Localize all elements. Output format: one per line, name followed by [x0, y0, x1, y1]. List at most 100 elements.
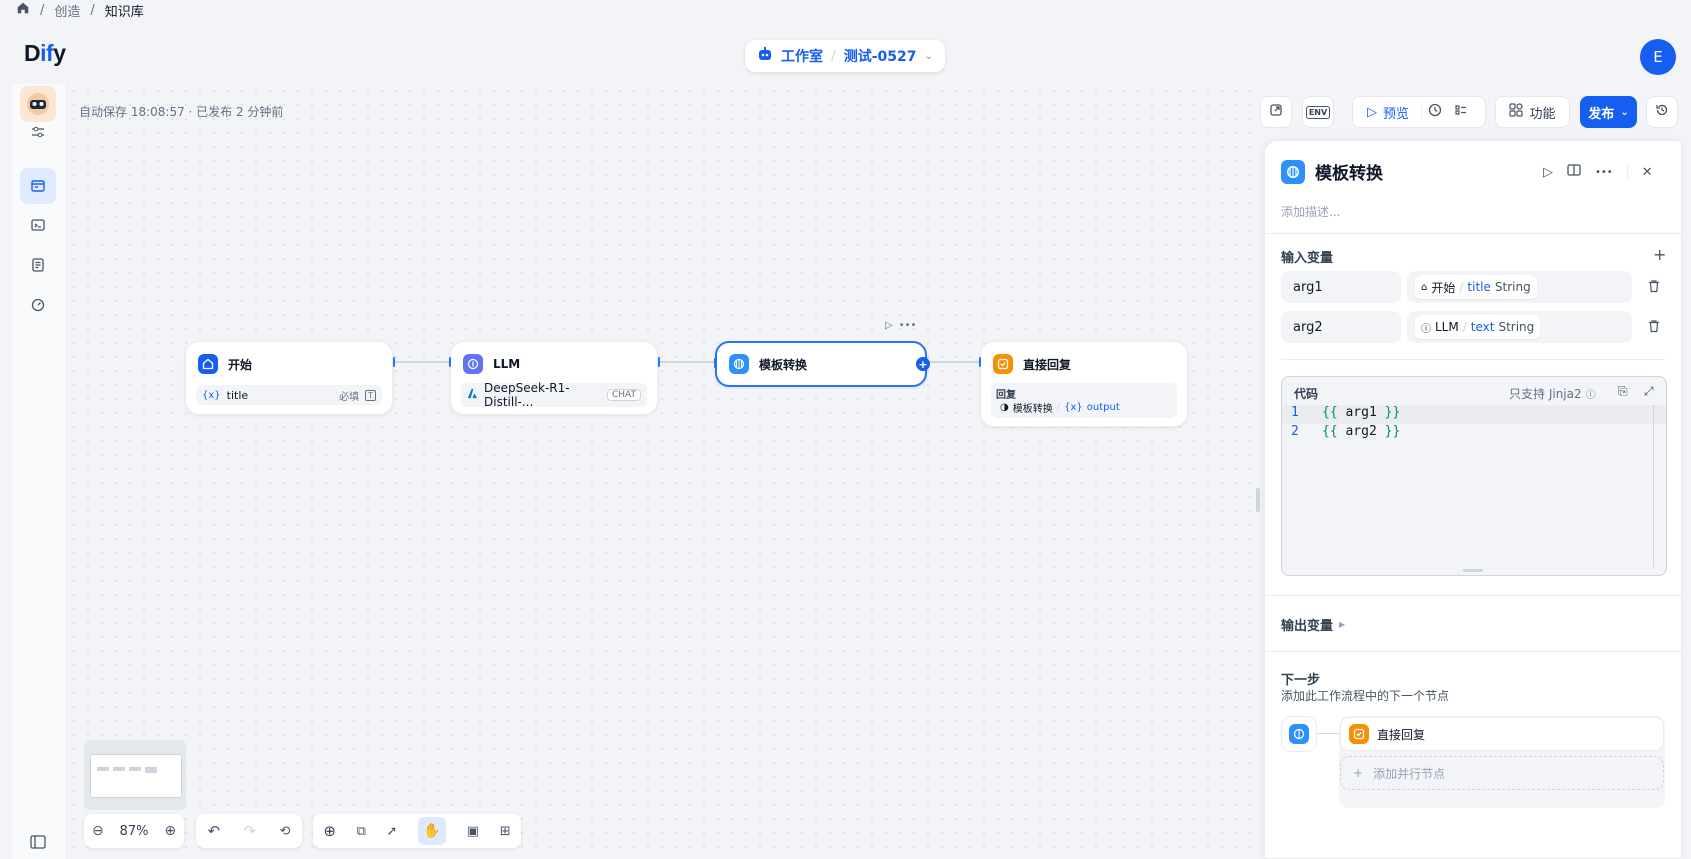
features-button[interactable]: 功能 — [1495, 96, 1570, 128]
start-var-row: {x} title 必填 T — [196, 385, 382, 405]
llm-icon: ⓘ — [1421, 323, 1431, 335]
close-icon[interactable]: ✕ — [1642, 165, 1653, 180]
next-node-answer[interactable]: 直接回复 — [1340, 717, 1664, 751]
edge-llm-template — [660, 361, 715, 363]
clock-check-icon[interactable] — [1428, 103, 1442, 121]
add-node-icon[interactable]: ⊕ — [323, 822, 336, 840]
exit-icon — [1269, 103, 1283, 121]
autosave-status: 自动保存 18:08:57 · 已发布 2 分钟前 — [79, 105, 284, 119]
monitor-icon[interactable] — [20, 287, 56, 323]
dify-logo[interactable]: Dify — [24, 40, 66, 67]
chevron-down-icon: ⌄ — [924, 50, 933, 62]
add-parallel-node-button[interactable]: + 添加并行节点 — [1340, 756, 1664, 790]
zoom-level[interactable]: 87% — [120, 824, 149, 839]
zoom-in-icon[interactable]: ⊕ — [164, 823, 176, 839]
node-handle[interactable] — [658, 357, 660, 367]
checklist-button[interactable] — [1260, 96, 1292, 128]
editor-scrollbar[interactable] — [1653, 405, 1654, 567]
app-switcher[interactable]: 工作室 / 测试-0527 ⌄ — [745, 40, 945, 72]
minimap-node — [97, 767, 109, 771]
hand-icon[interactable]: ✋ — [418, 817, 447, 845]
workspace-label[interactable]: 工作室 — [781, 46, 823, 66]
play-icon: ▷ — [1367, 104, 1377, 120]
redo-icon[interactable]: ↷ — [244, 822, 257, 840]
node-header: 直接回复 — [993, 354, 1071, 374]
logs-icon[interactable] — [20, 247, 56, 283]
trash-icon[interactable] — [1647, 319, 1663, 335]
var-chip: ⓘ LLM / text String — [1415, 315, 1541, 339]
node-header: LLM — [463, 354, 520, 374]
publish-button[interactable]: 发布 ⌄ — [1580, 96, 1637, 128]
panel-title[interactable]: 模板转换 — [1315, 159, 1383, 184]
var-selector[interactable]: ⌂ 开始 / title String — [1407, 271, 1632, 303]
export-image-icon[interactable]: ▣ — [467, 824, 479, 839]
home-icon — [198, 354, 218, 374]
checklist-icon[interactable] — [1454, 103, 1468, 121]
panel-resize-handle[interactable] — [1256, 488, 1260, 512]
organize-icon[interactable]: ⊞ — [500, 824, 511, 839]
editor-resize-handle[interactable] — [1463, 569, 1483, 572]
pointer-icon[interactable]: ➚ — [387, 824, 398, 839]
code-text: {{ arg1 }} — [1322, 405, 1401, 420]
preview-button[interactable]: 预览 — [1383, 103, 1409, 122]
template-icon — [1289, 724, 1309, 744]
minimap-node — [129, 767, 141, 771]
output-vars-toggle[interactable]: 输出变量 ▶ — [1281, 615, 1345, 634]
var-name-input[interactable]: arg2 — [1281, 311, 1401, 343]
description-input[interactable]: 添加描述... — [1281, 203, 1340, 220]
code-line-2[interactable]: 2 {{ arg2 }} — [1282, 424, 1666, 443]
variable-icon: {x} — [1064, 402, 1083, 413]
env-button[interactable]: ENV — [1302, 96, 1334, 128]
run-icon[interactable]: ▷ — [1543, 165, 1553, 180]
terminal-icon[interactable] — [20, 207, 56, 243]
node-handle[interactable] — [393, 357, 395, 367]
llm-model-row: DeepSeek-R1-Distill-... CHAT — [461, 381, 647, 409]
app-name[interactable]: 测试-0527 — [844, 46, 917, 66]
breadcrumb-create[interactable]: 创造 — [54, 1, 80, 20]
var-selector[interactable]: ⓘ LLM / text String — [1407, 311, 1632, 343]
history-icon[interactable]: ⟲ — [279, 824, 290, 839]
breadcrumb-knowledge[interactable]: 知识库 — [105, 1, 144, 20]
history-button[interactable] — [1646, 96, 1678, 128]
home-icon[interactable] — [16, 1, 30, 19]
trash-icon[interactable] — [1647, 279, 1663, 295]
panel-header: 模板转换 — [1281, 159, 1383, 184]
expand-icon[interactable]: ⤢ — [1644, 384, 1654, 399]
minimap-viewport[interactable] — [90, 754, 182, 798]
template-icon: ◑ — [1000, 402, 1009, 413]
node-handle[interactable] — [714, 358, 716, 368]
node-handle[interactable] — [449, 357, 451, 367]
code-editor[interactable]: 代码 只支持 Jinja2 ⓘ ⎘ ⤢ 1 {{ arg1 }} 2 {{ ar… — [1281, 376, 1667, 576]
more-icon[interactable]: ••• — [899, 320, 917, 331]
separator: / — [1056, 402, 1061, 413]
node-start[interactable]: 开始 {x} title 必填 T — [185, 341, 393, 415]
book-icon[interactable] — [1567, 163, 1581, 181]
undo-icon[interactable]: ↶ — [208, 822, 221, 840]
node-template[interactable]: 模板转换 + — [714, 341, 930, 387]
workflow-canvas[interactable] — [67, 84, 1254, 859]
run-node-icon[interactable]: ▷ — [885, 320, 893, 331]
chevron-right-icon: ▶ — [1339, 620, 1346, 629]
var-node: LLM — [1435, 320, 1459, 334]
node-answer[interactable]: 直接回复 回复 ◑ 模板转换 / {x} output — [979, 341, 1188, 427]
node-handle[interactable] — [979, 357, 981, 367]
copy-icon[interactable]: ⎘ — [1618, 384, 1628, 399]
help-icon: ⓘ — [1585, 390, 1596, 401]
minimap[interactable] — [84, 740, 186, 810]
zoom-out-icon[interactable]: ⊖ — [92, 823, 104, 839]
var-name-input[interactable]: arg1 — [1281, 271, 1401, 303]
orchestrate-icon[interactable] — [20, 168, 56, 204]
sliders-icon[interactable] — [20, 114, 56, 150]
add-next-node-button[interactable]: + — [916, 357, 930, 371]
llm-icon — [463, 354, 483, 374]
add-note-icon[interactable]: ⧉ — [357, 824, 366, 839]
panel-actions: ▷ ••• ✕ — [1543, 163, 1653, 181]
divider — [1281, 359, 1665, 360]
jinja-note[interactable]: 只支持 Jinja2 ⓘ — [1509, 385, 1596, 402]
avatar[interactable]: E — [1640, 39, 1676, 75]
collapse-sidebar-icon[interactable] — [20, 824, 56, 859]
more-icon[interactable]: ••• — [1595, 167, 1613, 178]
code-line-1[interactable]: 1 {{ arg1 }} — [1282, 405, 1666, 424]
node-llm[interactable]: LLM DeepSeek-R1-Distill-... CHAT — [449, 341, 658, 415]
add-var-icon[interactable]: + — [1653, 245, 1666, 264]
